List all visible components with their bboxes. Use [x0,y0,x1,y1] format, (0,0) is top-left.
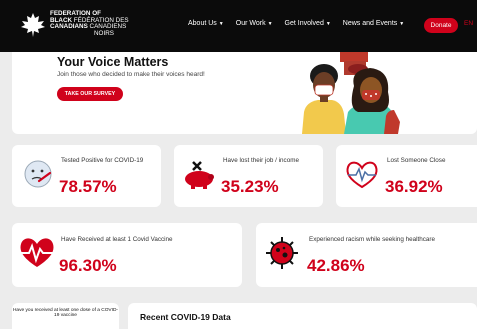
top-navigation: FEDERATION OF BLACK FÉDÉRATION DES CANAD… [0,0,477,52]
menu-our-work[interactable]: Our Work ▼ [236,20,273,27]
take-survey-button[interactable]: TAKE OUR SURVEY [57,87,123,101]
virus-icon [266,237,298,269]
chevron-down-icon: ▼ [399,21,405,27]
logo-line-4: CANADIANS [50,23,88,31]
stat-label: Experienced racism while seeking healthc… [309,236,436,243]
vaccine-question-card: Have you received at least one dose of a… [12,303,119,329]
menu-news-events[interactable]: News and Events ▼ [343,20,404,27]
stat-value: 96.30% [59,256,117,275]
main-menu: About Us ▼ Our Work ▼ Get Involved ▼ News a… [188,20,416,27]
site-logo[interactable]: FEDERATION OF BLACK FÉDÉRATION DES CANAD… [20,10,140,42]
menu-news-events-label: News and Events [342,20,398,27]
vaccine-question-text: Have you received at least one dose of a… [12,308,119,319]
stat-value: 78.57% [59,177,117,196]
stat-card-lost-someone: Lost Someone Close 36.92% [336,145,477,207]
stat-label: Lost Someone Close [387,157,446,164]
chevron-down-icon: ▼ [218,21,224,27]
stat-label: Have Received at least 1 Covid Vaccine [61,236,173,243]
heartbeat-icon [346,161,378,189]
stat-card-vaccine: Have Received at least 1 Covid Vaccine 9… [12,223,242,287]
stat-card-tested-positive: Tested Positive for COVID-19 78.57% [12,145,161,207]
menu-get-involved[interactable]: Get Involved ▼ [285,20,331,27]
menu-our-work-label: Our Work [235,20,266,27]
piggy-bank-icon [185,161,214,189]
recent-data-title: Recent COVID-19 Data [140,312,231,322]
stat-label: Tested Positive for COVID-19 [61,157,144,164]
hero-subtitle: Join those who decided to make their voi… [57,71,205,78]
recent-data-card: Recent COVID-19 Data [128,303,477,329]
donate-button[interactable]: Donate [424,18,458,33]
logo-text: FEDERATION OF BLACK FÉDÉRATION DES CANAD… [50,10,129,37]
stat-value: 35.23% [221,177,279,196]
menu-about-us-label: About Us [188,20,217,27]
language-switch[interactable]: EN [464,20,473,27]
stat-label: Have lost their job / income [223,157,299,164]
logo-line-6: NOIRS [94,29,114,37]
hero-title: Your Voice Matters [57,55,169,69]
maple-leaf-icon [21,13,45,37]
stat-card-lost-job: Have lost their job / income 35.23% [174,145,323,207]
stat-value: 42.86% [307,256,365,275]
hero-survey-banner: Your Voice Matters Join those who decide… [12,52,477,134]
stat-value: 36.92% [385,177,443,196]
menu-about-us[interactable]: About Us ▼ [188,20,224,27]
chevron-down-icon: ▼ [325,21,331,27]
stat-card-racism: Experienced racism while seeking healthc… [256,223,477,287]
menu-get-involved-label: Get Involved [284,20,324,27]
heart-pulse-icon [20,238,54,267]
chevron-down-icon: ▼ [267,21,273,27]
people-with-masks-illustration [302,52,400,134]
thermometer-face-icon [24,160,52,188]
